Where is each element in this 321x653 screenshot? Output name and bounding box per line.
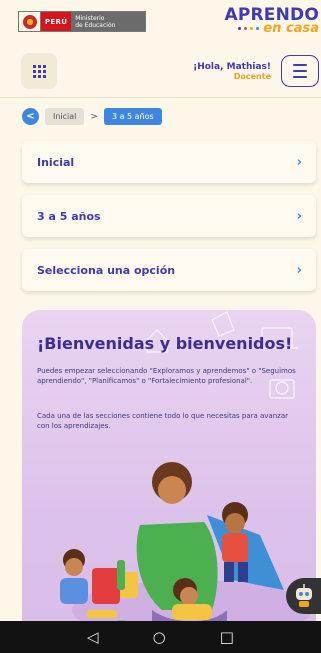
breadcrumb-item-current[interactable]: 3 a 5 años [103, 108, 162, 125]
welcome-illustration [60, 311, 312, 640]
apps-button[interactable] [21, 53, 57, 89]
chevron-right-icon: › [296, 208, 302, 224]
robot-icon [295, 584, 312, 607]
brand-en-casa: en casa [263, 21, 319, 36]
logo-ministry-line1: Ministerio [75, 14, 105, 22]
welcome-title: ¡Bienvenidas y bienvenidos! [37, 334, 293, 353]
breadcrumb-separator: > [90, 111, 98, 122]
breadcrumb: < Inicial > 3 a 5 años [22, 108, 162, 125]
header-divider [0, 97, 321, 98]
option-select-label: Selecciona una opción [37, 263, 176, 277]
assistant-robot-button[interactable] [286, 578, 321, 614]
brand-dots-icon [238, 27, 260, 30]
user-area: ¡Hola, Mathias! Docente [193, 55, 319, 87]
user-role: Docente [233, 71, 271, 81]
top-bar: PERÚ Ministerio de Educación APRENDO en … [0, 0, 321, 45]
nav-back-button[interactable]: ◁ [87, 628, 99, 646]
chevron-right-icon: › [296, 262, 302, 278]
welcome-paragraph-2: Cada una de las secciones contiene todo … [37, 412, 288, 430]
hamburger-icon [293, 64, 307, 66]
logo-ministry-line2: de Educación [75, 21, 116, 29]
nav-recents-button[interactable]: □ [220, 628, 234, 646]
welcome-paragraph-1: Puedes empezar seleccionando "Exploramos… [37, 367, 296, 385]
age-select-card[interactable]: 3 a 5 años › [22, 195, 316, 237]
option-select-card[interactable]: Selecciona una opción › [22, 249, 316, 291]
breadcrumb-item-inicial[interactable]: Inicial [45, 108, 85, 125]
grid-icon [32, 64, 46, 78]
nav-home-button[interactable]: ○ [153, 628, 166, 646]
android-nav-bar: ◁ ○ □ [0, 621, 321, 653]
menu-button[interactable] [281, 55, 319, 87]
level-select-label: Inicial [37, 155, 75, 169]
logo-peru-text: PERÚ [41, 12, 72, 31]
user-greeting: ¡Hola, Mathias! [193, 61, 271, 72]
chevron-left-icon: < [26, 111, 35, 122]
level-select-card[interactable]: Inicial › [22, 141, 316, 183]
app-header: ¡Hola, Mathias! Docente [21, 52, 321, 90]
minedu-logo[interactable]: PERÚ Ministerio de Educación [18, 11, 147, 32]
welcome-banner: ¡Bienvenidas y bienvenidos! Puedes empez… [22, 310, 316, 653]
age-select-label: 3 a 5 años [37, 209, 101, 223]
chevron-right-icon: › [296, 154, 302, 170]
aprendo-en-casa-logo[interactable]: APRENDO en casa [224, 5, 321, 36]
logo-ministry-text: Ministerio de Educación [71, 12, 145, 31]
back-button[interactable]: < [22, 108, 39, 125]
peru-seal-icon [19, 12, 41, 31]
